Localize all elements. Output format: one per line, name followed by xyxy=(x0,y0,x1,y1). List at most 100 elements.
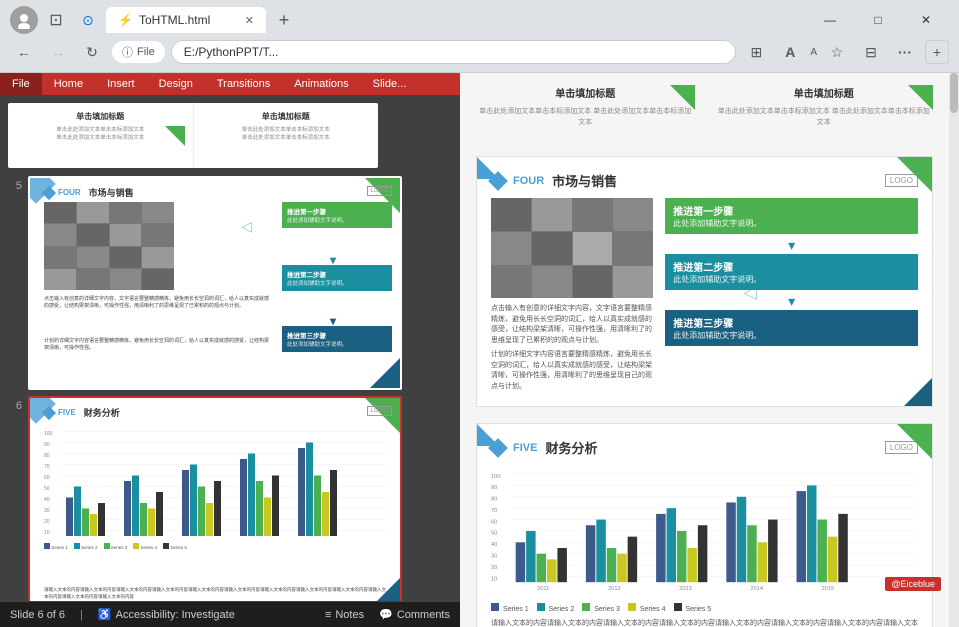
slide5-body-text2: 计划的详细文字内容语言要整精感精炼，避免用长长空洞的词汇，给人以真实成就感的感受… xyxy=(491,350,653,392)
file-info: ⓘ File xyxy=(112,41,165,63)
svg-text:70: 70 xyxy=(491,508,497,514)
refresh-button[interactable]: ↻ xyxy=(78,38,106,66)
slide-thumbnail-6[interactable]: FIVE 财务分析 LOGO 100 90 80 70 xyxy=(28,396,402,601)
svg-text:60: 60 xyxy=(44,475,50,481)
slide5-step1-title: 推进第一步骤 xyxy=(673,203,910,218)
slide6-chart-svg: 100 90 80 70 60 50 40 30 20 10 xyxy=(491,465,918,595)
svg-text:10: 10 xyxy=(44,530,50,536)
translate-button[interactable]: ⊞ xyxy=(742,38,770,66)
svg-text:10: 10 xyxy=(491,577,497,583)
html-slide-4-right: 单击填加标题 单击此处添加文本单击本标添加文本 单击此处添加文本单击本标添加文本 xyxy=(715,85,934,128)
svg-text:60: 60 xyxy=(491,520,497,526)
slide-thumb-row-6: 6 FIVE 财务分析 LOGO xyxy=(8,396,452,601)
slide-thumb-partial: 单击填加标题 单击此处添加文本单击本标添加文本单击此处添加文本单击本标添加文本 … xyxy=(8,103,378,168)
ppt-ribbon-tabs: File Home Insert Design Transitions Anim… xyxy=(0,73,418,95)
slide6-body-text: 请输入文本的内容请输入文本的内容请输入文本的内容请输入文本的内容请输入文本的内容… xyxy=(491,619,918,627)
window-controls: — □ ✕ xyxy=(807,6,949,34)
legend-series5: Series 5 xyxy=(674,603,712,613)
ppt-tab-home[interactable]: Home xyxy=(42,73,95,95)
accessibility-label: Accessibility: Investigate xyxy=(116,609,235,621)
scrollbar-track[interactable] xyxy=(949,73,959,627)
slide5-title: 市场与销售 xyxy=(552,171,617,190)
maximize-button[interactable]: □ xyxy=(855,6,901,34)
svg-text:40: 40 xyxy=(44,497,50,503)
top-subtitle-2: 单击此处添加文本单击本标添加文本 单击此处添加文本单击本标添加文本 xyxy=(715,106,934,128)
tab-title: ToHTML.html xyxy=(139,13,210,27)
ppt-tab-transitions[interactable]: Transitions xyxy=(205,73,282,95)
font-size-small-btn[interactable]: A xyxy=(810,47,817,58)
ppt-tab-file[interactable]: File xyxy=(0,73,42,95)
svg-text:80: 80 xyxy=(491,497,497,503)
close-button[interactable]: ✕ xyxy=(903,6,949,34)
svg-text:2015: 2015 xyxy=(822,586,835,592)
slide5-step3-title: 推进第三步骤 xyxy=(673,315,910,330)
svg-text:100: 100 xyxy=(491,474,501,480)
tab-favicon: ⚡ xyxy=(118,13,133,27)
svg-text:2014: 2014 xyxy=(750,586,763,592)
svg-text:2013: 2013 xyxy=(679,586,692,592)
accessibility-item[interactable]: ♿ Accessibility: Investigate xyxy=(98,608,235,621)
notes-item[interactable]: ≡ Notes xyxy=(325,609,364,621)
slide5-arrow1: ▾ xyxy=(665,238,918,252)
slide-thumbnail-5[interactable]: ◁ FOUR 市场与销售 LOGO xyxy=(28,176,402,390)
top-title-2: 单击填加标题 xyxy=(715,85,934,100)
legend-series2: Series 2 xyxy=(537,603,575,613)
slide6-five-label: FIVE xyxy=(513,442,537,454)
slide5-body-text1: 点击输入有创意的详细文字内容，文字语言要整精感精炼，避免用长长空洞的词汇，给人以… xyxy=(491,304,653,346)
slide5-step1-sub: 此处添加辅助文字说明。 xyxy=(673,218,910,229)
scrollbar-thumb[interactable] xyxy=(950,73,958,113)
split-view-button[interactable]: ⊟ xyxy=(857,38,885,66)
browser-viewport: 单击填加标题 单击此处添加文本单击本标添加文本 单击此处添加文本单击本标添加文本… xyxy=(460,73,959,627)
font-size-button[interactable]: A xyxy=(776,38,804,66)
html-slide-4-preview: 单击填加标题 单击此处添加文本单击本标添加文本 单击此处添加文本单击本标添加文本… xyxy=(476,85,933,140)
slide5-step1-box: 推进第一步骤 此处添加辅助文字说明。 xyxy=(665,198,918,234)
svg-text:2011: 2011 xyxy=(537,586,549,592)
slide-thumb-row-5: 5 ◁ xyxy=(8,176,452,390)
top-subtitle-1: 单击此处添加文本单击本标添加文本 单击此处添加文本单击本标添加文本 xyxy=(476,106,695,128)
comments-icon: 💬 xyxy=(379,608,393,621)
html-slide-5: ◁ FOUR 市场与销售 LOGO xyxy=(476,156,933,407)
file-label: File xyxy=(137,46,155,58)
browser-tab[interactable]: ⚡ ToHTML.html ✕ xyxy=(106,7,266,33)
svg-text:20: 20 xyxy=(44,519,50,525)
slide5-header: FOUR 市场与销售 LOGO xyxy=(491,171,918,190)
legend-series1: Series 1 xyxy=(491,603,529,613)
profile-icon[interactable]: ⊡ xyxy=(42,6,70,34)
svg-text:40: 40 xyxy=(491,543,497,549)
slide5-image xyxy=(491,198,653,298)
info-icon: ⓘ xyxy=(122,44,133,60)
svg-text:90: 90 xyxy=(491,486,497,492)
profile-avatar[interactable] xyxy=(10,6,38,34)
browser-title-bar: ⊡ ⊙ ⚡ ToHTML.html ✕ + — □ ✕ xyxy=(0,0,959,34)
slide6-legend: Series 1 Series 2 Series 3 Series 4 Seri… xyxy=(491,603,918,613)
more-button[interactable]: ··· xyxy=(891,38,919,66)
ppt-tab-insert[interactable]: Insert xyxy=(95,73,147,95)
browser-chrome: ⊡ ⊙ ⚡ ToHTML.html ✕ + — □ ✕ ← → ↻ ⓘ File… xyxy=(0,0,959,73)
slide5-step2-title: 推进第二步骤 xyxy=(673,259,910,274)
html-page: 单击填加标题 单击此处添加文本单击本标添加文本 单击此处添加文本单击本标添加文本… xyxy=(460,73,949,627)
slide6-chart: 100 90 80 70 60 50 40 30 20 10 xyxy=(491,465,918,595)
svg-text:70: 70 xyxy=(44,464,50,470)
minimize-button[interactable]: — xyxy=(807,6,853,34)
html-slide-4-left: 单击填加标题 单击此处添加文本单击本标添加文本 单击此处添加文本单击本标添加文本 xyxy=(476,85,695,128)
accessibility-icon: ♿ xyxy=(98,608,112,621)
ppt-tab-design[interactable]: Design xyxy=(147,73,205,95)
top-title-1: 单击填加标题 xyxy=(476,85,695,100)
main-area: File Home Insert Design Transitions Anim… xyxy=(0,73,959,627)
tab-close-btn[interactable]: ✕ xyxy=(245,14,254,27)
add-button[interactable]: + xyxy=(925,40,949,64)
url-bar[interactable]: E:/PythonPPT/T... xyxy=(171,40,737,64)
comments-item[interactable]: 💬 Comments xyxy=(379,608,450,621)
slide6-title: 财务分析 xyxy=(545,438,597,457)
svg-text:80: 80 xyxy=(44,453,50,459)
new-tab-button[interactable]: + xyxy=(270,6,298,34)
ppt-tab-slide[interactable]: Slide... xyxy=(361,73,419,95)
bookmark-button[interactable]: ☆ xyxy=(823,38,851,66)
ppt-tab-animations[interactable]: Animations xyxy=(282,73,360,95)
back-button[interactable]: ← xyxy=(10,38,38,66)
browser-icon[interactable]: ⊙ xyxy=(74,6,102,34)
forward-button[interactable]: → xyxy=(44,38,72,66)
comments-label: Comments xyxy=(397,609,450,621)
slide6-header: FIVE 财务分析 LOGO xyxy=(491,438,918,457)
slide-number-6: 6 xyxy=(8,396,22,412)
